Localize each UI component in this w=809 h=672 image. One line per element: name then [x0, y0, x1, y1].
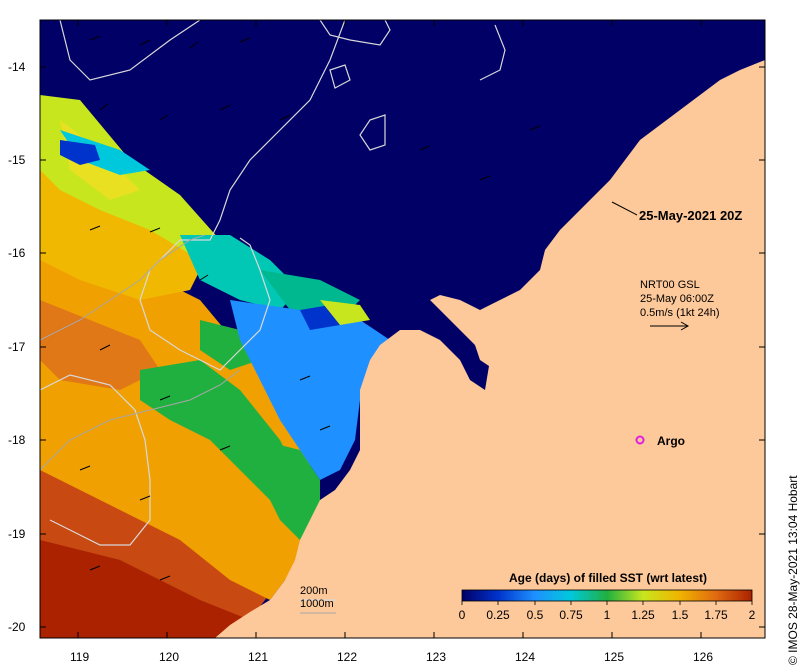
y-tick-label: -20 [8, 620, 26, 634]
colorbar-tick: 1.25 [631, 608, 655, 622]
x-tick-label: 124 [515, 650, 535, 664]
contour-label-200m: 200m [300, 585, 328, 597]
y-tick-label: -16 [8, 246, 26, 260]
current-scale-label: 0.5m/s (1kt 24h) [640, 307, 719, 319]
map-plot-area [40, 20, 765, 638]
colorbar-tick: 0 [459, 608, 466, 622]
x-tick-label: 122 [337, 650, 357, 664]
x-tick-label: 120 [159, 650, 179, 664]
x-tick-label: 119 [70, 650, 89, 664]
colorbar-gradient [461, 589, 753, 602]
x-tick-label: 121 [248, 650, 268, 664]
y-tick-label: -14 [8, 60, 26, 74]
argo-label: Argo [657, 434, 685, 448]
y-tick-label: -15 [8, 153, 26, 167]
colorbar-tick: 0.75 [559, 608, 583, 622]
y-tick-label: -17 [8, 340, 26, 354]
x-tick-label: 125 [604, 650, 624, 664]
colorbar-tick: 1.5 [672, 608, 689, 622]
colorbar-tick: 1.75 [704, 608, 728, 622]
x-tick-label: 123 [426, 650, 446, 664]
credit-label: © IMOS 28-May-2021 13:04 Hobart [786, 475, 800, 665]
sst-map-frame: 119 120 121 122 123 124 125 126 -14 -15 … [8, 19, 800, 665]
colorbar-tick: 0.5 [527, 608, 544, 622]
colorbar-title: Age (days) of filled SST (wrt latest) [509, 571, 707, 585]
y-axis-ticks: -14 -15 -16 -17 -18 -19 -20 [8, 60, 26, 634]
x-tick-label: 126 [693, 650, 713, 664]
current-source-label: NRT00 GSL [640, 279, 700, 291]
colorbar-tick: 1 [604, 608, 611, 622]
y-tick-label: -19 [8, 527, 26, 541]
colorbar-tick: 0.25 [486, 608, 510, 622]
y-tick-label: -18 [8, 433, 26, 447]
x-axis-ticks: 119 120 121 122 123 124 125 126 [70, 650, 713, 664]
contour-label-1000m: 1000m [300, 598, 334, 610]
date-label: 25-May-2021 20Z [639, 208, 742, 223]
colorbar-tick: 2 [749, 608, 756, 622]
current-time-label: 25-May 06:00Z [640, 293, 714, 305]
